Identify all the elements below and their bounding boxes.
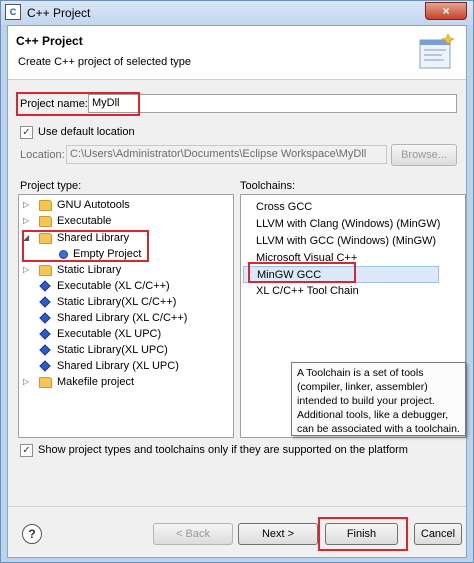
tree-item-static-library-xl-upc[interactable]: Static Library(XL UPC) — [19, 343, 233, 359]
annotation-box-mingw-gcc — [248, 262, 356, 283]
tree-item-shared-library-xl-upc[interactable]: Shared Library (XL UPC) — [19, 359, 233, 375]
wizard-header: C++ Project Create C++ project of select… — [8, 26, 466, 80]
expand-arrow-icon[interactable]: ▷ — [23, 265, 29, 274]
diamond-icon — [39, 344, 51, 356]
use-default-location-checkbox[interactable]: ✓ — [20, 126, 33, 139]
expand-arrow-icon[interactable]: ▷ — [23, 377, 29, 386]
diamond-icon — [39, 280, 51, 292]
tree-item-static-library-xl-cpp[interactable]: Static Library(XL C/C++) — [19, 295, 233, 311]
diamond-icon — [39, 312, 51, 324]
tree-item-label: Shared Library (XL C/C++) — [57, 312, 188, 324]
toolchain-item-cross-gcc[interactable]: Cross GCC — [243, 199, 439, 216]
folder-icon — [39, 216, 52, 227]
tooltip-line: intended to build your project. — [297, 395, 435, 407]
diamond-icon — [39, 296, 51, 308]
browse-button[interactable]: Browse... — [391, 144, 457, 166]
tree-item-label: Executable (XL C/C++) — [57, 280, 170, 292]
toolchain-item-llvm-gcc[interactable]: LLVM with GCC (Windows) (MinGW) — [243, 233, 439, 250]
location-label: Location: — [20, 149, 65, 161]
title-bar[interactable]: C C++ Project × — [1, 1, 473, 25]
toolchain-item-xl-cpp[interactable]: XL C/C++ Tool Chain — [243, 283, 439, 300]
supported-only-label: Show project types and toolchains only i… — [38, 444, 408, 456]
tooltip-line: can be associated with a toolchain. — [297, 423, 460, 435]
toolchain-tooltip: A Toolchain is a set of tools (compiler,… — [291, 362, 466, 436]
project-name-input[interactable]: MyDll — [88, 94, 457, 113]
wizard-client-area: C++ Project Create C++ project of select… — [7, 25, 467, 558]
project-type-label: Project type: — [20, 180, 82, 192]
wizard-window: C C++ Project × C++ Project Create C++ p… — [0, 0, 474, 563]
annotation-box-finish — [318, 517, 408, 551]
tree-item-executable-xl-cpp[interactable]: Executable (XL C/C++) — [19, 279, 233, 295]
new-project-wizard-icon — [419, 33, 455, 69]
tree-item-label: Static Library — [57, 264, 122, 276]
tree-item-shared-library-xl-cpp[interactable]: Shared Library (XL C/C++) — [19, 311, 233, 327]
tree-item-gnu-autotools[interactable]: ▷ GNU Autotools — [19, 198, 233, 214]
back-button[interactable]: < Back — [153, 523, 233, 545]
tree-item-label: Shared Library (XL UPC) — [57, 360, 179, 372]
next-button[interactable]: Next > — [238, 523, 318, 545]
close-button[interactable]: × — [425, 2, 467, 20]
supported-only-checkbox[interactable]: ✓ — [20, 444, 33, 457]
tooltip-line: A Toolchain is a set of tools — [297, 367, 424, 379]
diamond-icon — [39, 328, 51, 340]
cancel-button[interactable]: Cancel — [414, 523, 462, 545]
window-title: C++ Project — [27, 6, 91, 20]
folder-icon — [39, 377, 52, 388]
folder-icon — [39, 200, 52, 211]
expand-arrow-icon[interactable]: ▷ — [23, 200, 29, 209]
page-description: Create C++ project of selected type — [18, 56, 192, 68]
tree-item-executable-xl-upc[interactable]: Executable (XL UPC) — [19, 327, 233, 343]
diamond-icon — [39, 360, 51, 372]
tooltip-line: (compiler, linker, assembler) — [297, 381, 428, 393]
tree-item-executable[interactable]: ▷ Executable — [19, 214, 233, 230]
tree-item-label: Executable — [57, 215, 112, 227]
button-bar-divider — [8, 506, 466, 507]
tree-item-label: Makefile project — [57, 376, 135, 388]
help-icon[interactable]: ? — [22, 524, 42, 544]
tree-item-label: Static Library(XL UPC) — [57, 344, 168, 356]
annotation-box-shared-library — [22, 230, 149, 262]
toolchain-item-llvm-clang[interactable]: LLVM with Clang (Windows) (MinGW) — [243, 216, 440, 233]
tooltip-line: Additional tools, like a debugger, — [297, 409, 449, 421]
tree-item-static-library[interactable]: ▷ Static Library — [19, 263, 233, 279]
tree-item-label: GNU Autotools — [57, 199, 130, 211]
tree-item-makefile-project[interactable]: ▷ Makefile project — [19, 375, 233, 391]
folder-icon — [39, 265, 52, 276]
use-default-location-label: Use default location — [38, 126, 135, 138]
cpp-app-icon: C — [5, 4, 21, 20]
page-title: C++ Project — [16, 34, 83, 48]
expand-arrow-icon[interactable]: ▷ — [23, 216, 29, 225]
annotation-box-project-name — [16, 92, 140, 116]
location-input[interactable]: C:\Users\Administrator\Documents\Eclipse… — [66, 145, 387, 164]
tree-item-label: Executable (XL UPC) — [57, 328, 162, 340]
toolchains-label: Toolchains: — [240, 180, 296, 192]
tree-item-label: Static Library(XL C/C++) — [57, 296, 177, 308]
